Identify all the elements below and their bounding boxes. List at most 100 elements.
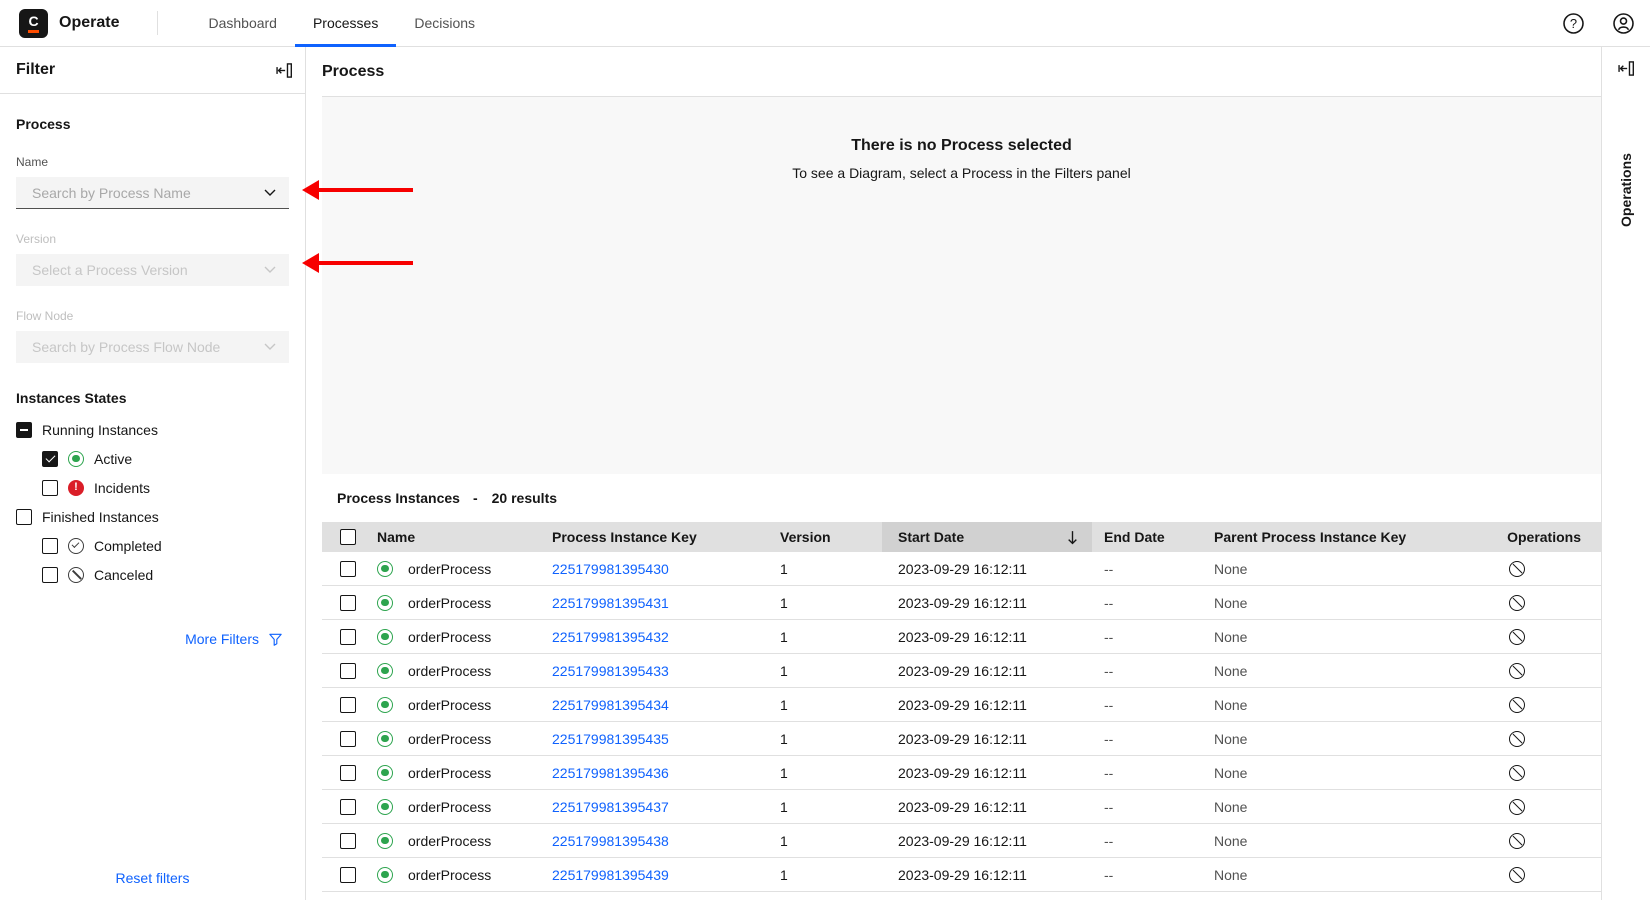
process-name-label: Name <box>16 155 289 169</box>
row-name-cell: orderProcess <box>370 867 552 883</box>
operations-panel-label[interactable]: Operations <box>1618 153 1634 227</box>
diagram-panel-title: Process <box>322 63 384 81</box>
process-name-combobox[interactable]: Search by Process Name <box>16 177 289 209</box>
active-state-icon <box>377 867 393 883</box>
state-checkbox[interactable] <box>42 538 58 554</box>
row-start-date-cell: 2023-09-29 16:12:11 <box>882 595 1092 611</box>
row-checkbox[interactable] <box>340 629 356 645</box>
row-parent-key-cell: None <box>1210 663 1480 679</box>
reset-filters-link[interactable]: Reset filters <box>116 870 190 886</box>
row-start-date-cell: 2023-09-29 16:12:11 <box>882 697 1092 713</box>
row-key-cell: 225179981395435 <box>552 731 780 747</box>
instance-key-link[interactable]: 225179981395432 <box>552 629 669 645</box>
filters-panel-body: Process Name Search by Process Name Vers… <box>0 94 305 856</box>
cancel-instance-icon[interactable] <box>1509 833 1525 849</box>
state-label: Active <box>94 451 132 467</box>
cancel-instance-icon[interactable] <box>1509 867 1525 883</box>
instance-key-link[interactable]: 225179981395438 <box>552 833 669 849</box>
row-checkbox[interactable] <box>340 765 356 781</box>
column-header-key[interactable]: Process Instance Key <box>552 529 780 545</box>
process-version-placeholder: Select a Process Version <box>32 262 188 278</box>
expand-panel-icon[interactable] <box>1618 60 1635 77</box>
process-version-field: Version Select a Process Version <box>16 232 289 286</box>
row-checkbox[interactable] <box>340 867 356 883</box>
instance-state-row: Completed <box>42 531 289 560</box>
row-operations-cell <box>1480 663 1601 679</box>
instance-key-link[interactable]: 225179981395439 <box>552 867 669 883</box>
instance-key-link[interactable]: 225179981395434 <box>552 697 669 713</box>
column-header-start-date[interactable]: Start Date <box>882 522 1092 552</box>
state-checkbox[interactable] <box>42 480 58 496</box>
header-checkbox-cell <box>322 529 370 545</box>
state-checkbox[interactable] <box>42 567 58 583</box>
row-key-cell: 225179981395433 <box>552 663 780 679</box>
cancel-instance-icon[interactable] <box>1509 663 1525 679</box>
column-header-end-date[interactable]: End Date <box>1092 529 1210 545</box>
row-checkbox[interactable] <box>340 731 356 747</box>
nav-tab[interactable]: Dashboard <box>190 0 295 47</box>
column-header-parent-key[interactable]: Parent Process Instance Key <box>1210 529 1480 545</box>
row-start-date-cell: 2023-09-29 16:12:11 <box>882 629 1092 645</box>
process-version-combobox[interactable]: Select a Process Version <box>16 254 289 286</box>
row-operations-cell <box>1480 799 1601 815</box>
content-layout: Filter Process Name Search by Process Na… <box>0 47 1650 900</box>
instance-key-link[interactable]: 225179981395433 <box>552 663 669 679</box>
row-checkbox[interactable] <box>340 799 356 815</box>
row-checkbox[interactable] <box>340 663 356 679</box>
instance-key-link[interactable]: 225179981395430 <box>552 561 669 577</box>
sort-descending-icon[interactable] <box>1065 529 1080 546</box>
nav-tab[interactable]: Processes <box>295 0 396 47</box>
operations-collapsed-panel[interactable]: Operations <box>1601 47 1650 900</box>
cancel-instance-icon[interactable] <box>1509 731 1525 747</box>
more-filters-button[interactable]: More Filters <box>16 631 283 647</box>
process-name: orderProcess <box>408 765 491 781</box>
row-start-date-cell: 2023-09-29 16:12:11 <box>882 867 1092 883</box>
cancel-instance-icon[interactable] <box>1509 595 1525 611</box>
cancel-instance-icon[interactable] <box>1509 697 1525 713</box>
column-header-version[interactable]: Version <box>780 529 882 545</box>
column-header-operations: Operations <box>1480 529 1601 545</box>
row-checkbox[interactable] <box>340 697 356 713</box>
row-parent-key-cell: None <box>1210 561 1480 577</box>
title-separator: - <box>473 490 478 506</box>
row-name-cell: orderProcess <box>370 629 552 645</box>
row-checkbox[interactable] <box>340 561 356 577</box>
state-checkbox[interactable] <box>16 509 32 525</box>
state-checkbox[interactable] <box>42 451 58 467</box>
row-end-date-cell: -- <box>1092 765 1210 781</box>
instance-key-link[interactable]: 225179981395436 <box>552 765 669 781</box>
instance-table-row: orderProcess 225179981395436 1 2023-09-2… <box>322 756 1601 790</box>
select-all-checkbox[interactable] <box>340 529 356 545</box>
row-checkbox-cell <box>322 561 370 577</box>
state-label: Completed <box>94 538 162 554</box>
row-checkbox[interactable] <box>340 833 356 849</box>
instance-state-row: Finished Instances <box>16 502 289 531</box>
instance-key-link[interactable]: 225179981395435 <box>552 731 669 747</box>
row-name-cell: orderProcess <box>370 799 552 815</box>
instance-key-link[interactable]: 225179981395431 <box>552 595 669 611</box>
row-end-date-cell: -- <box>1092 867 1210 883</box>
state-checkbox[interactable] <box>16 422 32 438</box>
process-name: orderProcess <box>408 799 491 815</box>
instances-states-title: Instances States <box>16 390 289 406</box>
nav-tab[interactable]: Decisions <box>396 0 493 47</box>
collapse-panel-icon[interactable] <box>276 62 293 79</box>
process-name: orderProcess <box>408 867 491 883</box>
row-name-cell: orderProcess <box>370 833 552 849</box>
cancel-instance-icon[interactable] <box>1509 765 1525 781</box>
row-checkbox[interactable] <box>340 595 356 611</box>
instance-table-row: orderProcess 225179981395435 1 2023-09-2… <box>322 722 1601 756</box>
cancel-instance-icon[interactable] <box>1509 799 1525 815</box>
app-logo-block[interactable]: C Operate <box>0 9 139 38</box>
flow-node-combobox[interactable]: Search by Process Flow Node <box>16 331 289 363</box>
instance-state-row: Running Instances <box>16 415 289 444</box>
cancel-instance-icon[interactable] <box>1509 629 1525 645</box>
user-profile-icon[interactable] <box>1612 12 1635 35</box>
column-header-name[interactable]: Name <box>370 529 552 545</box>
instance-table-row: orderProcess 225179981395433 1 2023-09-2… <box>322 654 1601 688</box>
help-icon[interactable]: ? <box>1562 12 1585 35</box>
cancel-instance-icon[interactable] <box>1509 561 1525 577</box>
instance-table-row: orderProcess 225179981395434 1 2023-09-2… <box>322 688 1601 722</box>
instance-key-link[interactable]: 225179981395437 <box>552 799 669 815</box>
row-checkbox-cell <box>322 731 370 747</box>
